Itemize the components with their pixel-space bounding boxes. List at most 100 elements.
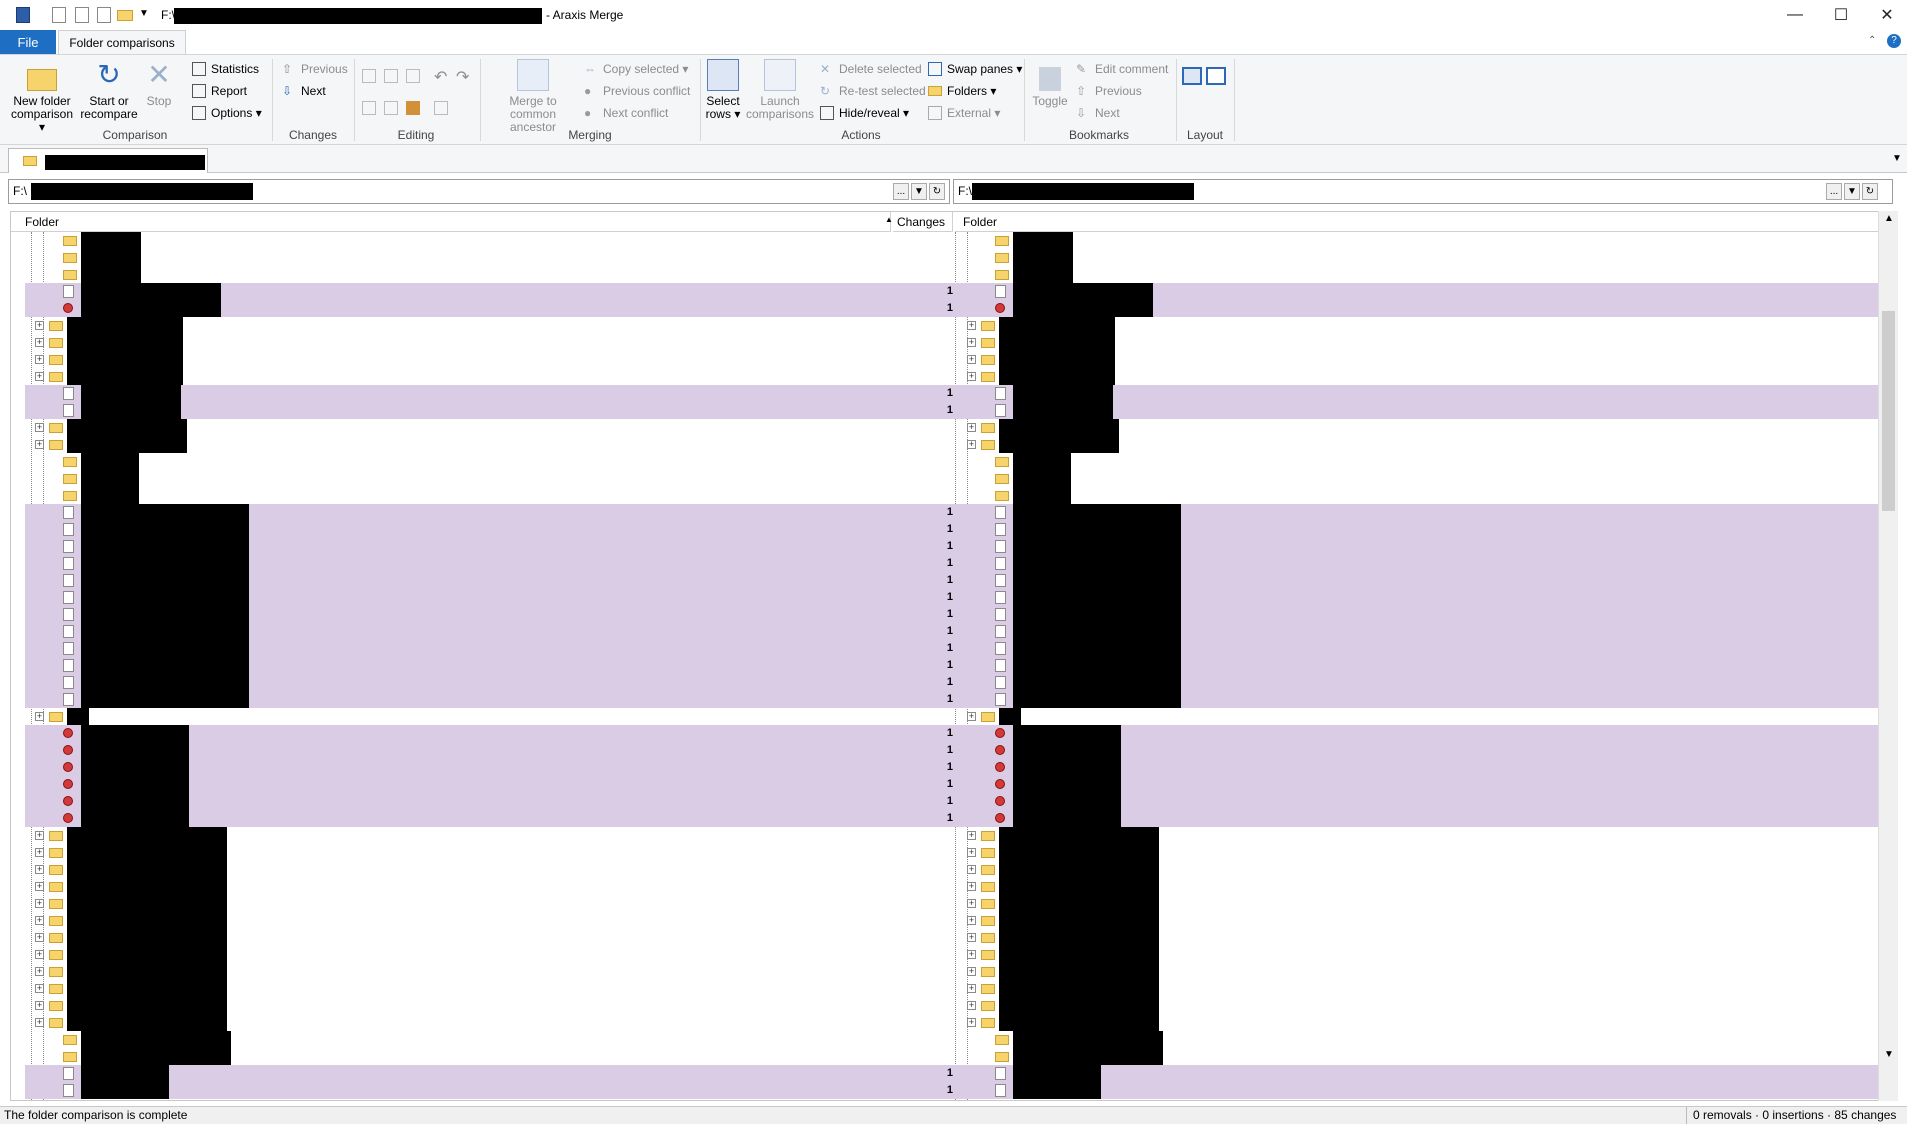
external-button[interactable]: External ▾ — [928, 103, 1000, 123]
retest-selected-button[interactable]: ↻ Re-test selected — [820, 81, 926, 101]
report-button[interactable]: Report — [192, 81, 247, 101]
tab-folder-comparisons[interactable]: Folder comparisons — [58, 30, 186, 54]
table-row[interactable]: 1 — [25, 691, 1878, 708]
table-row[interactable]: 1 — [25, 606, 1878, 623]
expand-toggle-icon[interactable]: + — [35, 440, 44, 449]
folder-comparison-grid[interactable]: Folder ▲ Changes Folder 1 1 + + + + + + + +1 1 + + + +… — [10, 211, 1888, 1101]
table-row[interactable]: + + — [25, 912, 1878, 929]
left-refresh-button[interactable]: ↻ — [929, 183, 945, 200]
table-row[interactable]: 1 — [25, 521, 1878, 538]
table-row[interactable]: 1 — [25, 793, 1878, 810]
right-browse-button[interactable]: ... — [1826, 183, 1842, 200]
table-row[interactable]: 1 — [25, 776, 1878, 793]
left-folder-column-header[interactable]: Folder — [11, 212, 891, 232]
table-row[interactable]: + + — [25, 1014, 1878, 1031]
close-button[interactable]: ✕ — [1864, 0, 1907, 30]
swap-panes-button[interactable]: Swap panes ▾ — [928, 59, 1022, 79]
expand-toggle-icon[interactable]: + — [35, 950, 44, 959]
expand-toggle-icon[interactable]: + — [35, 831, 44, 840]
undo-icon[interactable]: ↶ — [434, 67, 447, 87]
table-row[interactable]: + + — [25, 963, 1878, 980]
expand-toggle-icon[interactable]: + — [967, 916, 976, 925]
options-button[interactable]: Options ▾ — [192, 103, 262, 123]
table-row[interactable]: 1 — [25, 1082, 1878, 1099]
expand-toggle-icon[interactable]: + — [967, 321, 976, 330]
toggle-bookmark-button[interactable]: Toggle — [1030, 59, 1070, 108]
table-row[interactable]: + + — [25, 946, 1878, 963]
table-row[interactable]: 1 — [25, 725, 1878, 742]
start-or-recompare-button[interactable]: ↻ Start or recompare — [80, 59, 138, 121]
comparison-tab[interactable] — [8, 148, 208, 173]
new-folder-icon[interactable] — [117, 10, 133, 21]
folders-button[interactable]: Folders ▾ — [928, 81, 996, 101]
table-row[interactable]: + + — [25, 351, 1878, 368]
quick-access-dropdown-icon[interactable]: ▼ — [139, 8, 149, 19]
edit-left-icon[interactable] — [384, 101, 398, 115]
expand-toggle-icon[interactable]: + — [35, 865, 44, 874]
table-row[interactable]: + + — [25, 708, 1878, 725]
new-document-icon[interactable] — [52, 7, 66, 23]
table-row[interactable]: 1 — [25, 300, 1878, 317]
collapse-ribbon-icon[interactable]: ⌃ — [1868, 35, 1876, 46]
expand-toggle-icon[interactable]: + — [967, 882, 976, 891]
table-row[interactable] — [25, 470, 1878, 487]
left-browse-button[interactable]: ... — [893, 183, 909, 200]
table-row[interactable]: 1 — [25, 674, 1878, 691]
previous-conflict-button[interactable]: ● Previous conflict — [584, 81, 690, 101]
expand-toggle-icon[interactable]: + — [967, 440, 976, 449]
edit-comment-button[interactable]: ✎ Edit comment — [1076, 59, 1168, 79]
expand-toggle-icon[interactable]: + — [35, 423, 44, 432]
next-conflict-button[interactable]: ● Next conflict — [584, 103, 668, 123]
table-row[interactable] — [25, 249, 1878, 266]
table-row[interactable]: + + — [25, 334, 1878, 351]
table-row[interactable]: + + — [25, 929, 1878, 946]
help-icon[interactable]: ? — [1887, 34, 1901, 48]
expand-toggle-icon[interactable]: + — [967, 423, 976, 432]
tools-icon[interactable] — [406, 101, 420, 115]
scroll-down-icon[interactable]: ▼ — [1884, 1049, 1894, 1060]
left-path-field[interactable]: F:\ ... ▼ ↻ — [8, 179, 950, 204]
expand-toggle-icon[interactable]: + — [967, 1001, 976, 1010]
select-rows-button[interactable]: Select rows ▾ — [704, 59, 742, 121]
next-change-button[interactable]: ⇩ Next — [282, 81, 326, 101]
minimize-button[interactable]: — — [1772, 0, 1818, 30]
hide-reveal-button[interactable]: Hide/reveal ▾ — [820, 103, 909, 123]
new-binary-icon[interactable] — [75, 7, 89, 23]
table-row[interactable]: 1 — [25, 1065, 1878, 1082]
right-folder-column-header[interactable]: Folder — [955, 212, 1887, 232]
table-row[interactable]: 1 — [25, 810, 1878, 827]
expand-toggle-icon[interactable]: + — [967, 712, 976, 721]
new-folder-comparison-button[interactable]: New folder comparison ▾ — [8, 59, 76, 134]
table-row[interactable]: 1 — [25, 504, 1878, 521]
table-row[interactable]: 1 — [25, 589, 1878, 606]
table-row[interactable]: + + — [25, 895, 1878, 912]
table-row[interactable]: 1 — [25, 742, 1878, 759]
table-row[interactable]: 1 — [25, 759, 1878, 776]
copy-right-icon[interactable] — [406, 69, 420, 83]
expand-toggle-icon[interactable]: + — [967, 848, 976, 857]
table-row[interactable] — [25, 1031, 1878, 1048]
side-by-side-layout-icon[interactable] — [1182, 67, 1202, 85]
table-row[interactable] — [25, 232, 1878, 249]
expand-toggle-icon[interactable]: + — [967, 355, 976, 364]
table-row[interactable]: 1 — [25, 640, 1878, 657]
scroll-up-icon[interactable]: ▲ — [1884, 213, 1894, 224]
expand-toggle-icon[interactable]: + — [967, 984, 976, 993]
table-row[interactable]: 1 — [25, 538, 1878, 555]
expand-toggle-icon[interactable]: + — [35, 355, 44, 364]
expand-toggle-icon[interactable]: + — [35, 372, 44, 381]
expand-toggle-icon[interactable]: + — [967, 899, 976, 908]
table-row[interactable] — [25, 453, 1878, 470]
maximize-button[interactable]: ☐ — [1818, 0, 1864, 30]
table-row[interactable]: 1 — [25, 572, 1878, 589]
next-bookmark-button[interactable]: ⇩ Next — [1076, 103, 1120, 123]
expand-toggle-icon[interactable]: + — [967, 967, 976, 976]
table-row[interactable]: + + — [25, 878, 1878, 895]
expand-toggle-icon[interactable]: + — [967, 865, 976, 874]
table-row[interactable]: + + — [25, 844, 1878, 861]
expand-toggle-icon[interactable]: + — [35, 1001, 44, 1010]
table-row[interactable]: + + — [25, 419, 1878, 436]
split-layout-icon[interactable] — [1206, 67, 1226, 85]
file-tab[interactable]: File — [0, 30, 56, 54]
table-row[interactable]: 1 — [25, 402, 1878, 419]
